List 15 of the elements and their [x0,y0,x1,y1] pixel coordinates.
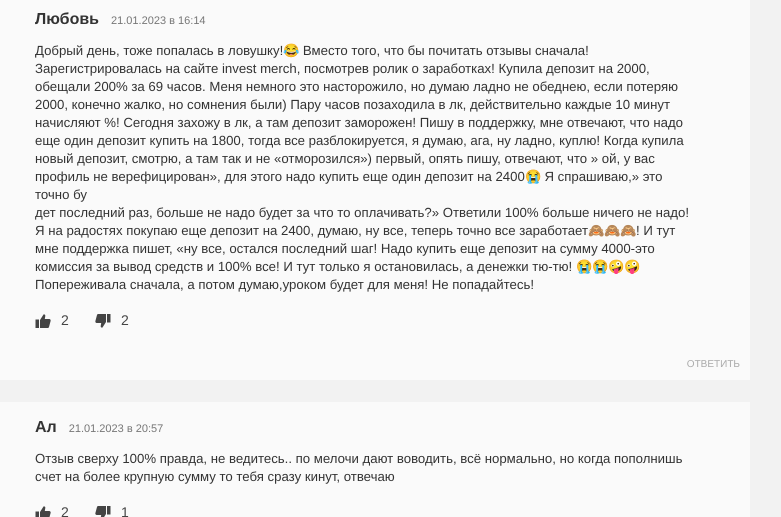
reply-link[interactable]: ОТВЕТИТЬ [686,357,740,372]
comment-text: Отзыв сверху 100% правда, не ведитесь.. по мелочи дают воводить, всё нормально, но когда пополнишь счет на более крупную сумму то тебя сразу кинут, отвечаю [35,450,684,486]
like-count: 2 [61,503,69,517]
thumbs-up-icon[interactable] [35,312,51,328]
like-count: 2 [61,311,69,330]
thumbs-up-icon[interactable] [35,504,51,517]
comment-date: 21.01.2023 в 20:57 [68,422,164,437]
comment-text: дет последний раз, больше не надо будет за что то оплачивать?» Ответили 100% больше ничего не надо! Я на радостях покупаю еще депозит на 2400, думаю, ну все, теперь точно все заработает🙈🙈🙈! И тут мне поддержка пишет, «ну все, остался последний шаг! Надо купить еще депозит на сумму 4000-это комиссия за вывод средств и 100% все! И тут только я остановилась, а денежки тю-тю! 😭😭🤪🤪 Попереживала сначала, а потом думаю,уроком будет для меня! Не попадайтесь! [35,204,690,294]
thumbs-down-icon[interactable] [95,504,111,517]
comment-date: 21.01.2023 в 16:14 [111,14,206,29]
author-name: Ал [35,418,57,438]
thumbs-down-icon[interactable] [95,312,111,328]
dislike-count: 1 [121,503,129,517]
author-name: Любовь [35,10,100,30]
dislike-count: 2 [121,311,129,330]
